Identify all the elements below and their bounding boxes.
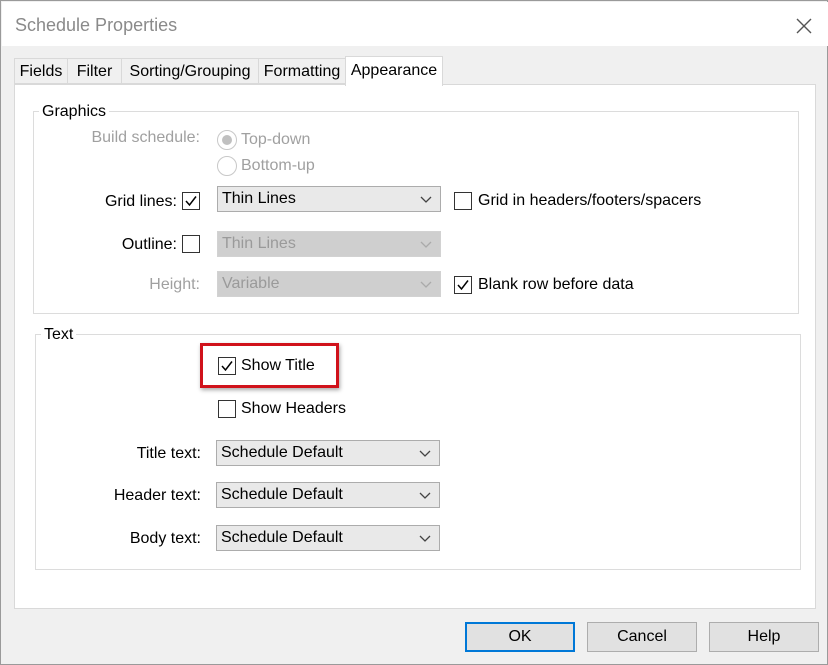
chevron-down-icon [419, 492, 431, 499]
show-title-highlight [200, 343, 339, 388]
tab-filter[interactable]: Filter [67, 58, 122, 84]
chevron-down-icon [420, 281, 432, 288]
outline-checkbox[interactable] [182, 235, 200, 253]
tab-formatting[interactable]: Formatting [258, 58, 346, 84]
outline-select: Thin Lines [217, 231, 441, 257]
top-down-label: Top-down [241, 131, 311, 148]
outline-label: Outline: [121, 236, 177, 253]
body-text-label: Body text: [129, 530, 201, 547]
header-text-value: Schedule Default [221, 486, 343, 503]
tab-fields[interactable]: Fields [14, 58, 68, 84]
ok-button[interactable]: OK [465, 622, 575, 652]
title-text-select[interactable]: Schedule Default [216, 440, 440, 466]
bottom-up-label: Bottom-up [241, 157, 315, 174]
height-select: Variable [217, 271, 441, 297]
grid-in-headers-checkbox[interactable] [454, 192, 472, 210]
show-headers-label: Show Headers [241, 400, 346, 417]
grid-lines-select[interactable]: Thin Lines [217, 186, 441, 212]
title-bar: Schedule Properties [2, 2, 828, 46]
grid-in-headers-label: Grid in headers/footers/spacers [478, 192, 702, 209]
radio-bottom-up [217, 156, 237, 176]
chevron-down-icon [420, 196, 432, 203]
show-headers-checkbox[interactable] [218, 400, 236, 418]
header-text-label: Header text: [113, 487, 201, 504]
title-text-label: Title text: [136, 445, 201, 462]
title-text-value: Schedule Default [221, 444, 343, 461]
radio-top-down [217, 130, 237, 150]
tab-appearance[interactable]: Appearance [345, 56, 443, 86]
grid-lines-label: Grid lines: [104, 193, 177, 210]
grid-lines-checkbox[interactable] [182, 192, 200, 210]
schedule-properties-dialog: Schedule Properties Fields Filter Sortin… [0, 0, 828, 665]
graphics-group-title: Graphics [39, 103, 110, 121]
chevron-down-icon [420, 241, 432, 248]
header-text-select[interactable]: Schedule Default [216, 482, 440, 508]
build-schedule-label: Build schedule: [91, 129, 200, 146]
chevron-down-icon [419, 535, 431, 542]
body-text-select[interactable]: Schedule Default [216, 525, 440, 551]
close-icon[interactable] [792, 14, 816, 38]
window-title: Schedule Properties [15, 15, 178, 35]
text-group-title: Text [41, 326, 77, 344]
height-label: Height: [149, 276, 200, 293]
chevron-down-icon [419, 450, 431, 457]
tab-sorting-grouping[interactable]: Sorting/Grouping [121, 58, 259, 84]
body-text-value: Schedule Default [221, 529, 343, 546]
outline-value: Thin Lines [222, 235, 296, 252]
grid-lines-value: Thin Lines [222, 190, 296, 207]
height-value: Variable [222, 275, 280, 292]
help-button[interactable]: Help [709, 622, 819, 652]
blank-row-label: Blank row before data [478, 276, 634, 293]
cancel-button[interactable]: Cancel [587, 622, 697, 652]
blank-row-checkbox[interactable] [454, 276, 472, 294]
